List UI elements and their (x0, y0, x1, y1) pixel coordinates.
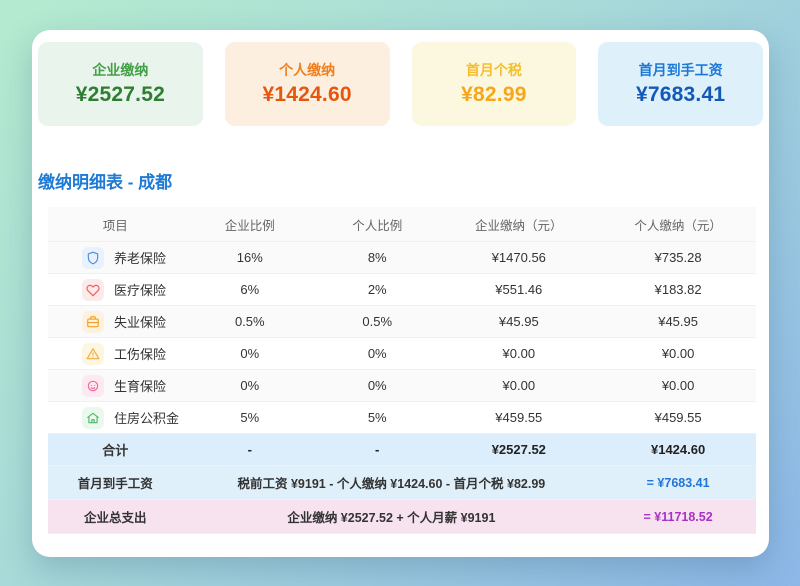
header-item: 项目 (48, 207, 183, 242)
header-company-amount: 企业缴纳（元） (437, 207, 600, 242)
personal-amount-cell: ¥459.55 (600, 402, 756, 434)
company-amount-cell: ¥0.00 (437, 370, 600, 402)
header-personal-ratio: 个人比例 (317, 207, 437, 242)
employer-total-formula: 企业缴纳 ¥2527.52 + 个人月薪 ¥9191 (183, 500, 601, 534)
company-contribution-card: 企业缴纳 ¥2527.52 (38, 42, 203, 126)
insurance-name: 养老保险 (114, 248, 166, 267)
personal-amount-cell: ¥45.95 (600, 306, 756, 338)
company-ratio-cell: 0.5% (183, 306, 318, 338)
table-header-row: 项目 企业比例 个人比例 企业缴纳（元） 个人缴纳（元） (48, 207, 756, 242)
page-title: 缴纳明细表 - 成都 (38, 168, 763, 193)
personal-ratio-cell: 5% (317, 402, 437, 434)
table-row: 住房公积金 5% 5% ¥459.55 ¥459.55 (48, 402, 756, 434)
company-ratio-cell: 6% (183, 274, 318, 306)
first-month-takehome-card: 首月到手工资 ¥7683.41 (598, 42, 763, 126)
takehome-row: 首月到手工资 税前工资 ¥9191 - 个人缴纳 ¥1424.60 - 首月个税… (48, 466, 756, 500)
personal-contribution-card: 个人缴纳 ¥1424.60 (225, 42, 390, 126)
insurance-name: 失业保险 (114, 312, 166, 331)
shield-icon (82, 247, 104, 269)
company-ratio-cell: 0% (183, 338, 318, 370)
company-amount-cell: ¥45.95 (437, 306, 600, 338)
company-amount-cell: ¥459.55 (437, 402, 600, 434)
calculator-result-panel: 企业缴纳 ¥2527.52 个人缴纳 ¥1424.60 首月个税 ¥82.99 … (32, 30, 769, 557)
personal-amount-cell: ¥735.28 (600, 242, 756, 274)
insurance-name: 工伤保险 (114, 344, 166, 363)
total-label: 合计 (48, 434, 183, 466)
heart-icon (82, 279, 104, 301)
company-amount-cell: ¥1470.56 (437, 242, 600, 274)
employer-total-result: = ¥11718.52 (600, 500, 756, 534)
first-month-takehome-label: 首月到手工资 (639, 63, 723, 77)
takehome-formula: 税前工资 ¥9191 - 个人缴纳 ¥1424.60 - 首月个税 ¥82.99 (183, 466, 601, 500)
total-row: 合计 - - ¥2527.52 ¥1424.60 (48, 434, 756, 466)
personal-amount-cell: ¥0.00 (600, 338, 756, 370)
total-personal-ratio: - (317, 434, 437, 466)
personal-ratio-cell: 0% (317, 338, 437, 370)
personal-amount-cell: ¥0.00 (600, 370, 756, 402)
company-amount-cell: ¥551.46 (437, 274, 600, 306)
table-row: 工伤保险 0% 0% ¥0.00 ¥0.00 (48, 338, 756, 370)
summary-cards: 企业缴纳 ¥2527.52 个人缴纳 ¥1424.60 首月个税 ¥82.99 … (32, 30, 769, 126)
insurance-name: 生育保险 (114, 376, 166, 395)
company-contribution-label: 企业缴纳 (92, 63, 148, 77)
company-contribution-value: ¥2527.52 (76, 84, 165, 105)
personal-amount-cell: ¥183.82 (600, 274, 756, 306)
takehome-result: = ¥7683.41 (600, 466, 756, 500)
table-row: 生育保险 0% 0% ¥0.00 ¥0.00 (48, 370, 756, 402)
personal-ratio-cell: 8% (317, 242, 437, 274)
house-icon (82, 407, 104, 429)
table-row: 失业保险 0.5% 0.5% ¥45.95 ¥45.95 (48, 306, 756, 338)
employer-total-row: 企业总支出 企业缴纳 ¥2527.52 + 个人月薪 ¥9191 = ¥1171… (48, 500, 756, 534)
personal-ratio-cell: 0% (317, 370, 437, 402)
company-ratio-cell: 0% (183, 370, 318, 402)
takehome-label: 首月到手工资 (48, 466, 183, 500)
first-month-tax-card: 首月个税 ¥82.99 (412, 42, 577, 126)
company-ratio-cell: 5% (183, 402, 318, 434)
warning-triangle-icon (82, 343, 104, 365)
first-month-tax-label: 首月个税 (466, 63, 522, 77)
first-month-tax-value: ¥82.99 (461, 84, 526, 105)
briefcase-icon (82, 311, 104, 333)
personal-contribution-label: 个人缴纳 (279, 63, 335, 77)
baby-face-icon (82, 375, 104, 397)
personal-contribution-value: ¥1424.60 (263, 84, 352, 105)
table-row: 养老保险 16% 8% ¥1470.56 ¥735.28 (48, 242, 756, 274)
contribution-table-wrapper: 项目 企业比例 个人比例 企业缴纳（元） 个人缴纳（元） 养老保险 16% 8%… (48, 207, 756, 534)
insurance-name: 住房公积金 (114, 408, 179, 427)
header-personal-amount: 个人缴纳（元） (600, 207, 756, 242)
insurance-name: 医疗保险 (114, 280, 166, 299)
insurance-table-body: 养老保险 16% 8% ¥1470.56 ¥735.28 医疗保险 6% 2% … (48, 242, 756, 434)
table-row: 医疗保险 6% 2% ¥551.46 ¥183.82 (48, 274, 756, 306)
personal-ratio-cell: 2% (317, 274, 437, 306)
contribution-table: 项目 企业比例 个人比例 企业缴纳（元） 个人缴纳（元） 养老保险 16% 8%… (48, 207, 756, 534)
total-personal-amount: ¥1424.60 (600, 434, 756, 466)
company-ratio-cell: 16% (183, 242, 318, 274)
company-amount-cell: ¥0.00 (437, 338, 600, 370)
first-month-takehome-value: ¥7683.41 (636, 84, 725, 105)
header-company-ratio: 企业比例 (183, 207, 318, 242)
employer-total-label: 企业总支出 (48, 500, 183, 534)
total-company-ratio: - (183, 434, 318, 466)
personal-ratio-cell: 0.5% (317, 306, 437, 338)
total-company-amount: ¥2527.52 (437, 434, 600, 466)
